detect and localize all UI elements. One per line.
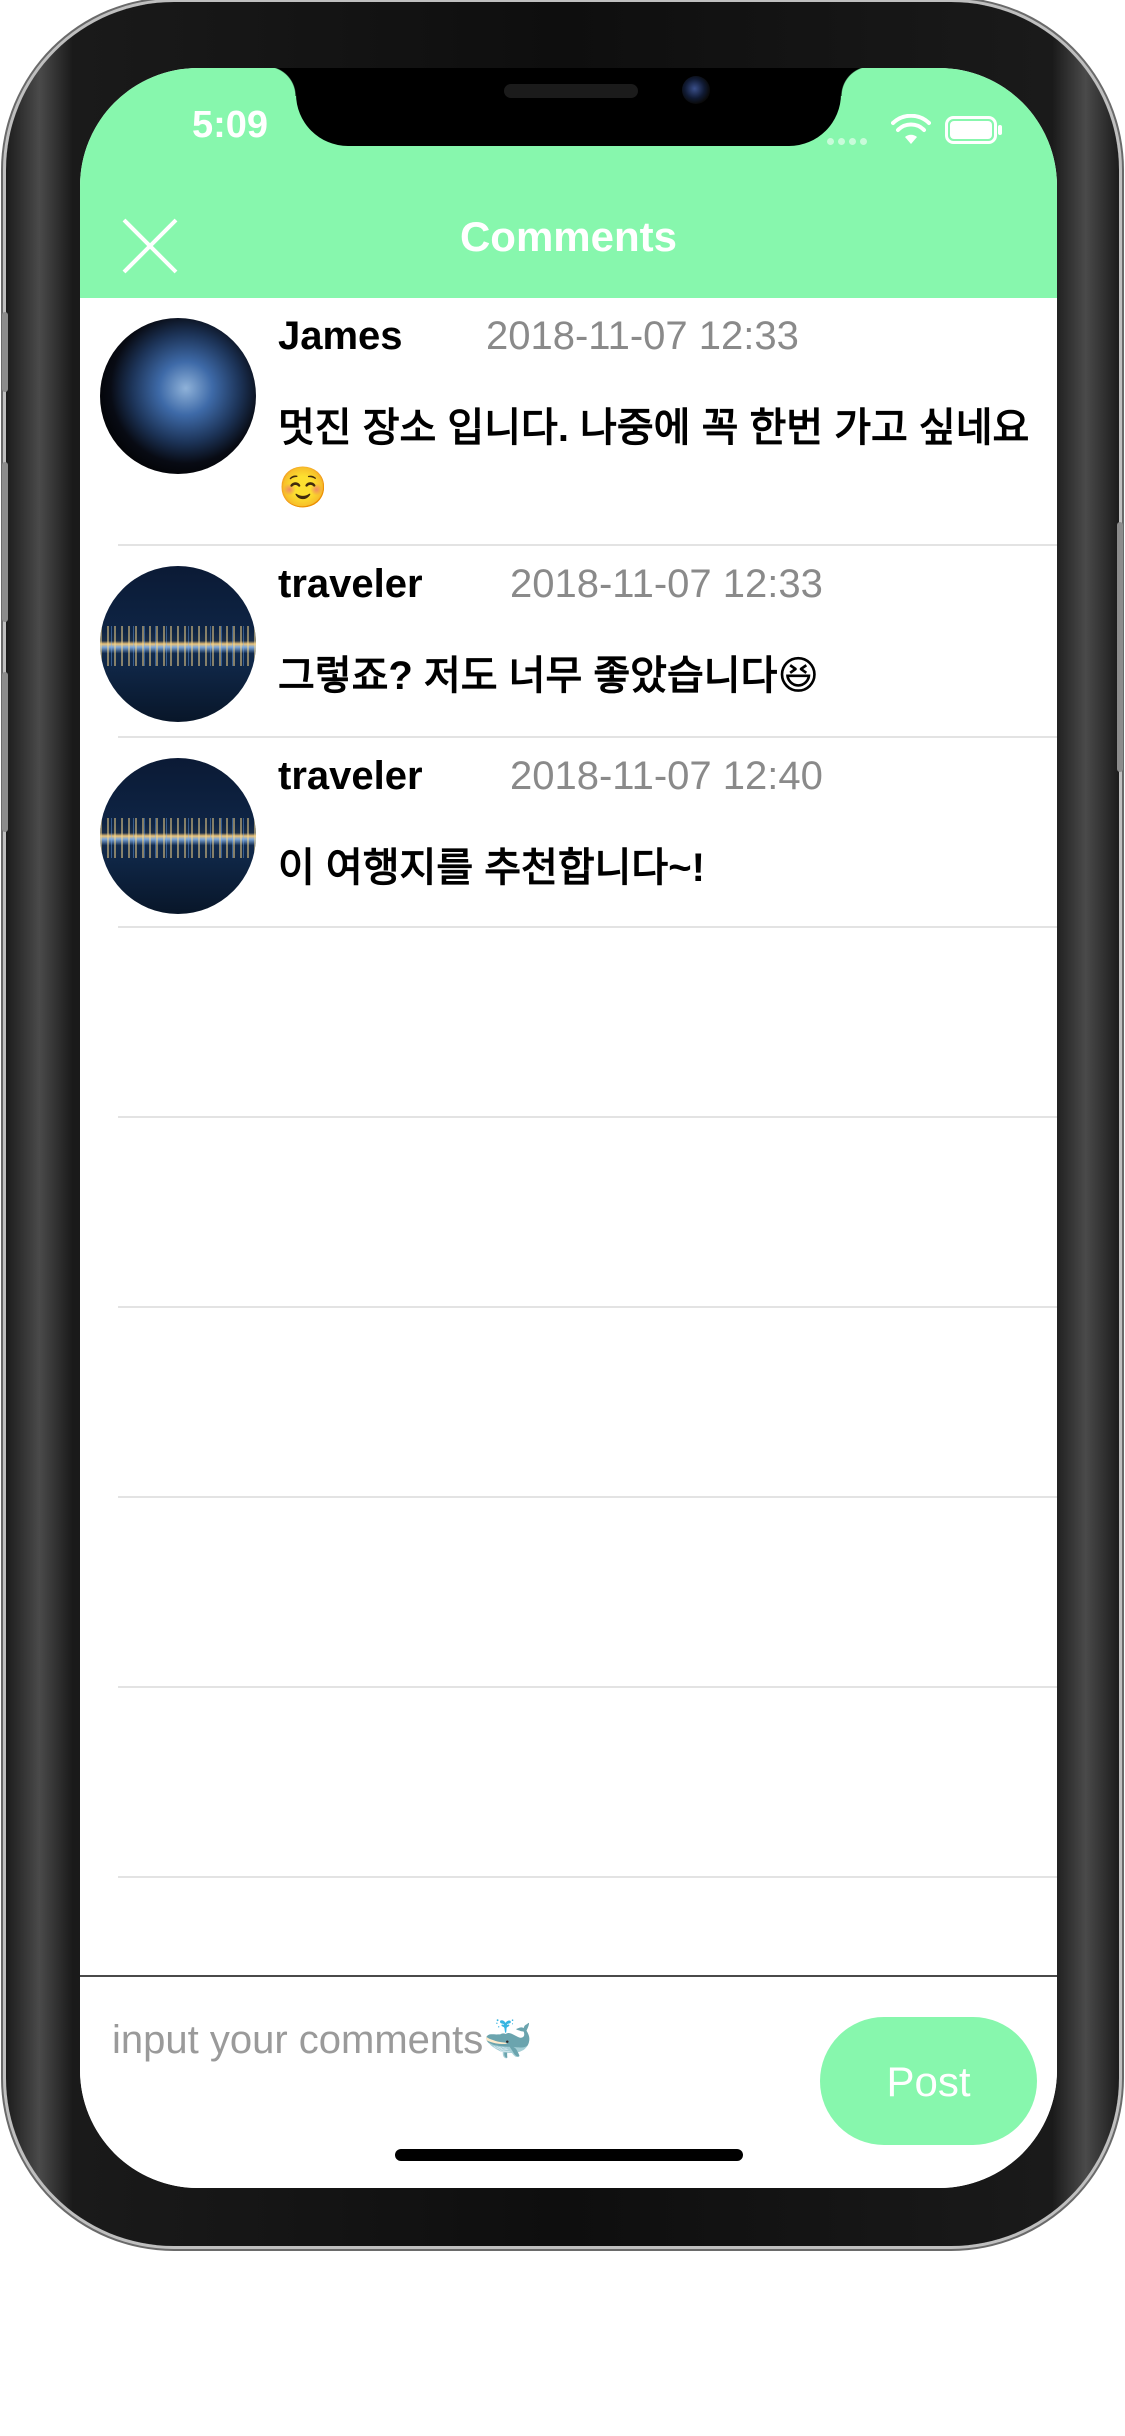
avatar (100, 758, 256, 914)
avatar (100, 566, 256, 722)
power-button (1117, 522, 1123, 772)
post-button[interactable]: Post (820, 2017, 1037, 2145)
comment-timestamp: 2018-11-07 12:33 (486, 314, 799, 358)
app-screen: 5:09 Comments James 2018-11-07 12:33 멋진 … (80, 68, 1057, 2188)
comment-row[interactable]: traveler 2018-11-07 12:33 그렇죠? 저도 너무 좋았습… (80, 546, 1057, 736)
avatar (100, 318, 256, 474)
comment-timestamp: 2018-11-07 12:33 (510, 562, 823, 606)
comment-timestamp: 2018-11-07 12:40 (510, 754, 823, 798)
comment-username: traveler (278, 754, 423, 798)
row-separator (118, 1116, 1057, 1118)
side-button (2, 312, 8, 392)
row-separator (118, 1306, 1057, 1308)
row-separator (118, 1496, 1057, 1498)
comment-input[interactable] (110, 1999, 814, 2081)
page-title: Comments (459, 213, 678, 260)
comment-text: 이 여행지를 추천합니다~! (278, 846, 705, 890)
speaker-grille (504, 84, 638, 98)
signal-icon (827, 132, 877, 145)
volume-up-button (2, 462, 8, 622)
status-time: 5:09 (191, 104, 269, 146)
device-notch (266, 68, 871, 146)
comment-text: 멋진 장소 입니다. 나중에 꼭 한번 가고 싶네요☺️ (278, 406, 1030, 510)
front-camera (682, 76, 710, 104)
row-separator (118, 1686, 1057, 1688)
comment-username: traveler (278, 562, 423, 606)
battery-icon (945, 116, 1002, 144)
home-indicator[interactable] (395, 2149, 743, 2161)
status-icons (827, 114, 1017, 148)
comment-row[interactable]: James 2018-11-07 12:33 멋진 장소 입니다. 나중에 꼭 … (80, 298, 1057, 544)
phone-frame: 5:09 Comments James 2018-11-07 12:33 멋진 … (2, 2, 1123, 2246)
row-separator (118, 926, 1057, 928)
volume-down-button (2, 672, 8, 832)
wifi-icon (891, 114, 931, 144)
comment-row[interactable]: traveler 2018-11-07 12:40 이 여행지를 추천합니다~! (80, 738, 1057, 928)
navigation-bar: Comments (80, 208, 1057, 298)
row-separator (118, 1876, 1057, 1878)
close-icon[interactable] (120, 216, 180, 276)
comment-text: 그렇죠? 저도 너무 좋았습니다😆 (278, 654, 820, 698)
comment-username: James (278, 314, 403, 358)
comments-list[interactable]: James 2018-11-07 12:33 멋진 장소 입니다. 나중에 꼭 … (80, 298, 1057, 1978)
